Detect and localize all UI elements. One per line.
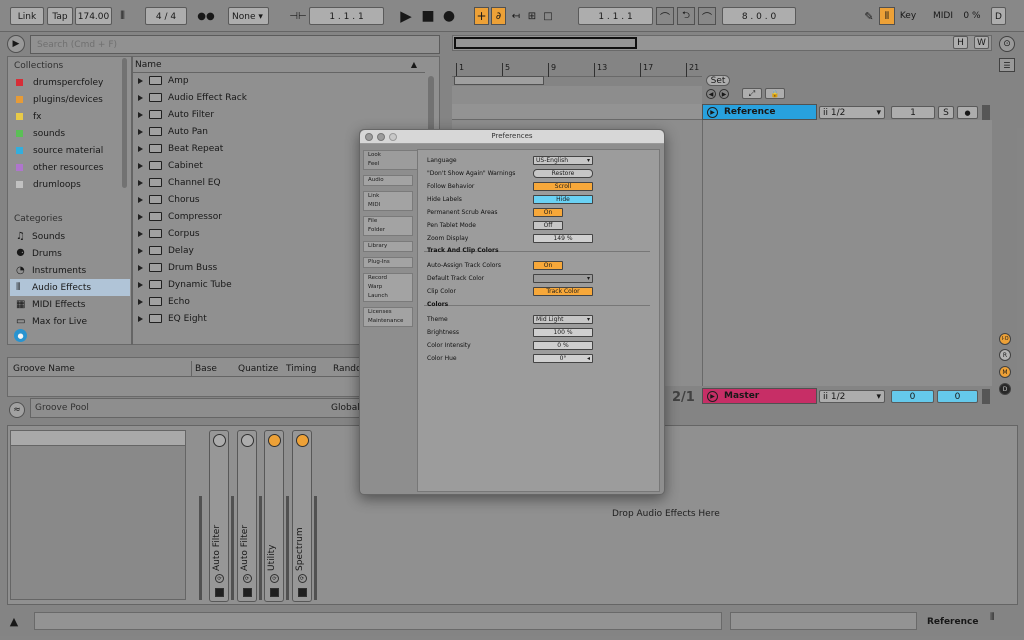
color-intensity-field[interactable]: 0 %	[533, 341, 593, 350]
color-hue-value: 0°	[559, 355, 567, 362]
pref-tab-label: Link	[368, 193, 380, 199]
pref-tab-label: Maintenance	[368, 318, 404, 324]
pen-tablet-label: Pen Tablet Mode	[427, 222, 476, 229]
auto-assign-colors-label: Auto-Assign Track Colors	[427, 262, 502, 269]
pref-tab-label: Audio	[368, 177, 384, 183]
color-intensity-label: Color Intensity	[427, 342, 471, 349]
chevron-down-icon: ▾	[586, 157, 590, 164]
track-clip-colors-header: Track And Clip Colors	[427, 247, 499, 254]
language-value: US-English	[536, 157, 569, 164]
pref-tab-label: Look	[368, 152, 381, 158]
dont-show-warnings-label: "Don't Show Again" Warnings	[427, 170, 516, 177]
pref-tab-label: Plug-Ins	[368, 259, 390, 265]
pref-tab[interactable]: Record Warp Launch	[363, 273, 413, 302]
chevron-down-icon: ▾	[586, 275, 590, 282]
scrub-areas-label: Permanent Scrub Areas	[427, 209, 498, 216]
language-label: Language	[427, 157, 457, 164]
theme-label: Theme	[427, 316, 448, 323]
clip-color-toggle[interactable]: Track Color	[533, 287, 593, 296]
pref-tab[interactable]: File Folder	[363, 216, 413, 236]
color-hue-label: Color Hue	[427, 355, 457, 362]
section-divider	[424, 305, 650, 306]
pref-tab[interactable]: Audio	[363, 175, 413, 186]
zoom-display-label: Zoom Display	[427, 235, 469, 242]
hide-labels-toggle[interactable]: Hide	[533, 195, 593, 204]
theme-value: Mid Light	[536, 316, 564, 323]
pref-tab[interactable]: Licenses Maintenance	[363, 307, 413, 327]
pen-tablet-toggle[interactable]: Off	[533, 221, 563, 230]
pref-tab-label: Folder	[368, 227, 385, 233]
restore-button[interactable]: Restore	[533, 169, 593, 178]
auto-assign-colors-toggle[interactable]: On	[533, 261, 563, 270]
pref-tab-label: File	[368, 218, 378, 224]
colors-header: Colors	[427, 301, 449, 308]
language-select[interactable]: US-English ▾	[533, 156, 593, 165]
color-hue-field[interactable]: 0° ◂	[533, 354, 593, 363]
hide-labels-label: Hide Labels	[427, 196, 462, 203]
pref-tab-label: Record	[368, 275, 388, 281]
follow-behavior-toggle[interactable]: Scroll	[533, 182, 593, 191]
pref-tab-label: Library	[368, 243, 388, 249]
pref-tab[interactable]: Link MIDI	[363, 191, 413, 211]
chevron-down-icon: ▾	[586, 316, 590, 323]
pref-tab-label: Feel	[368, 161, 380, 167]
pref-tab-label: Warp	[368, 284, 383, 290]
pref-tab[interactable]: Plug-Ins	[363, 257, 413, 268]
brightness-label: Brightness	[427, 329, 459, 336]
slider-handle-icon: ◂	[586, 355, 590, 362]
default-track-color-select[interactable]: ▾	[533, 274, 593, 283]
preferences-title: Preferences	[491, 132, 533, 140]
pref-tab-label: MIDI	[368, 202, 381, 208]
clip-color-label: Clip Color	[427, 288, 456, 295]
pref-tab[interactable]: Library	[363, 241, 413, 252]
default-track-color-label: Default Track Color	[427, 275, 485, 282]
zoom-display-field[interactable]: 149 %	[533, 234, 593, 243]
follow-behavior-label: Follow Behavior	[427, 183, 475, 190]
brightness-field[interactable]: 100 %	[533, 328, 593, 337]
scrub-areas-toggle[interactable]: On	[533, 208, 563, 217]
pref-tab[interactable]: Look Feel	[363, 150, 417, 170]
pref-tab-label: Licenses	[368, 309, 392, 315]
pref-tab-label: Launch	[368, 293, 388, 299]
theme-select[interactable]: Mid Light ▾	[533, 315, 593, 324]
